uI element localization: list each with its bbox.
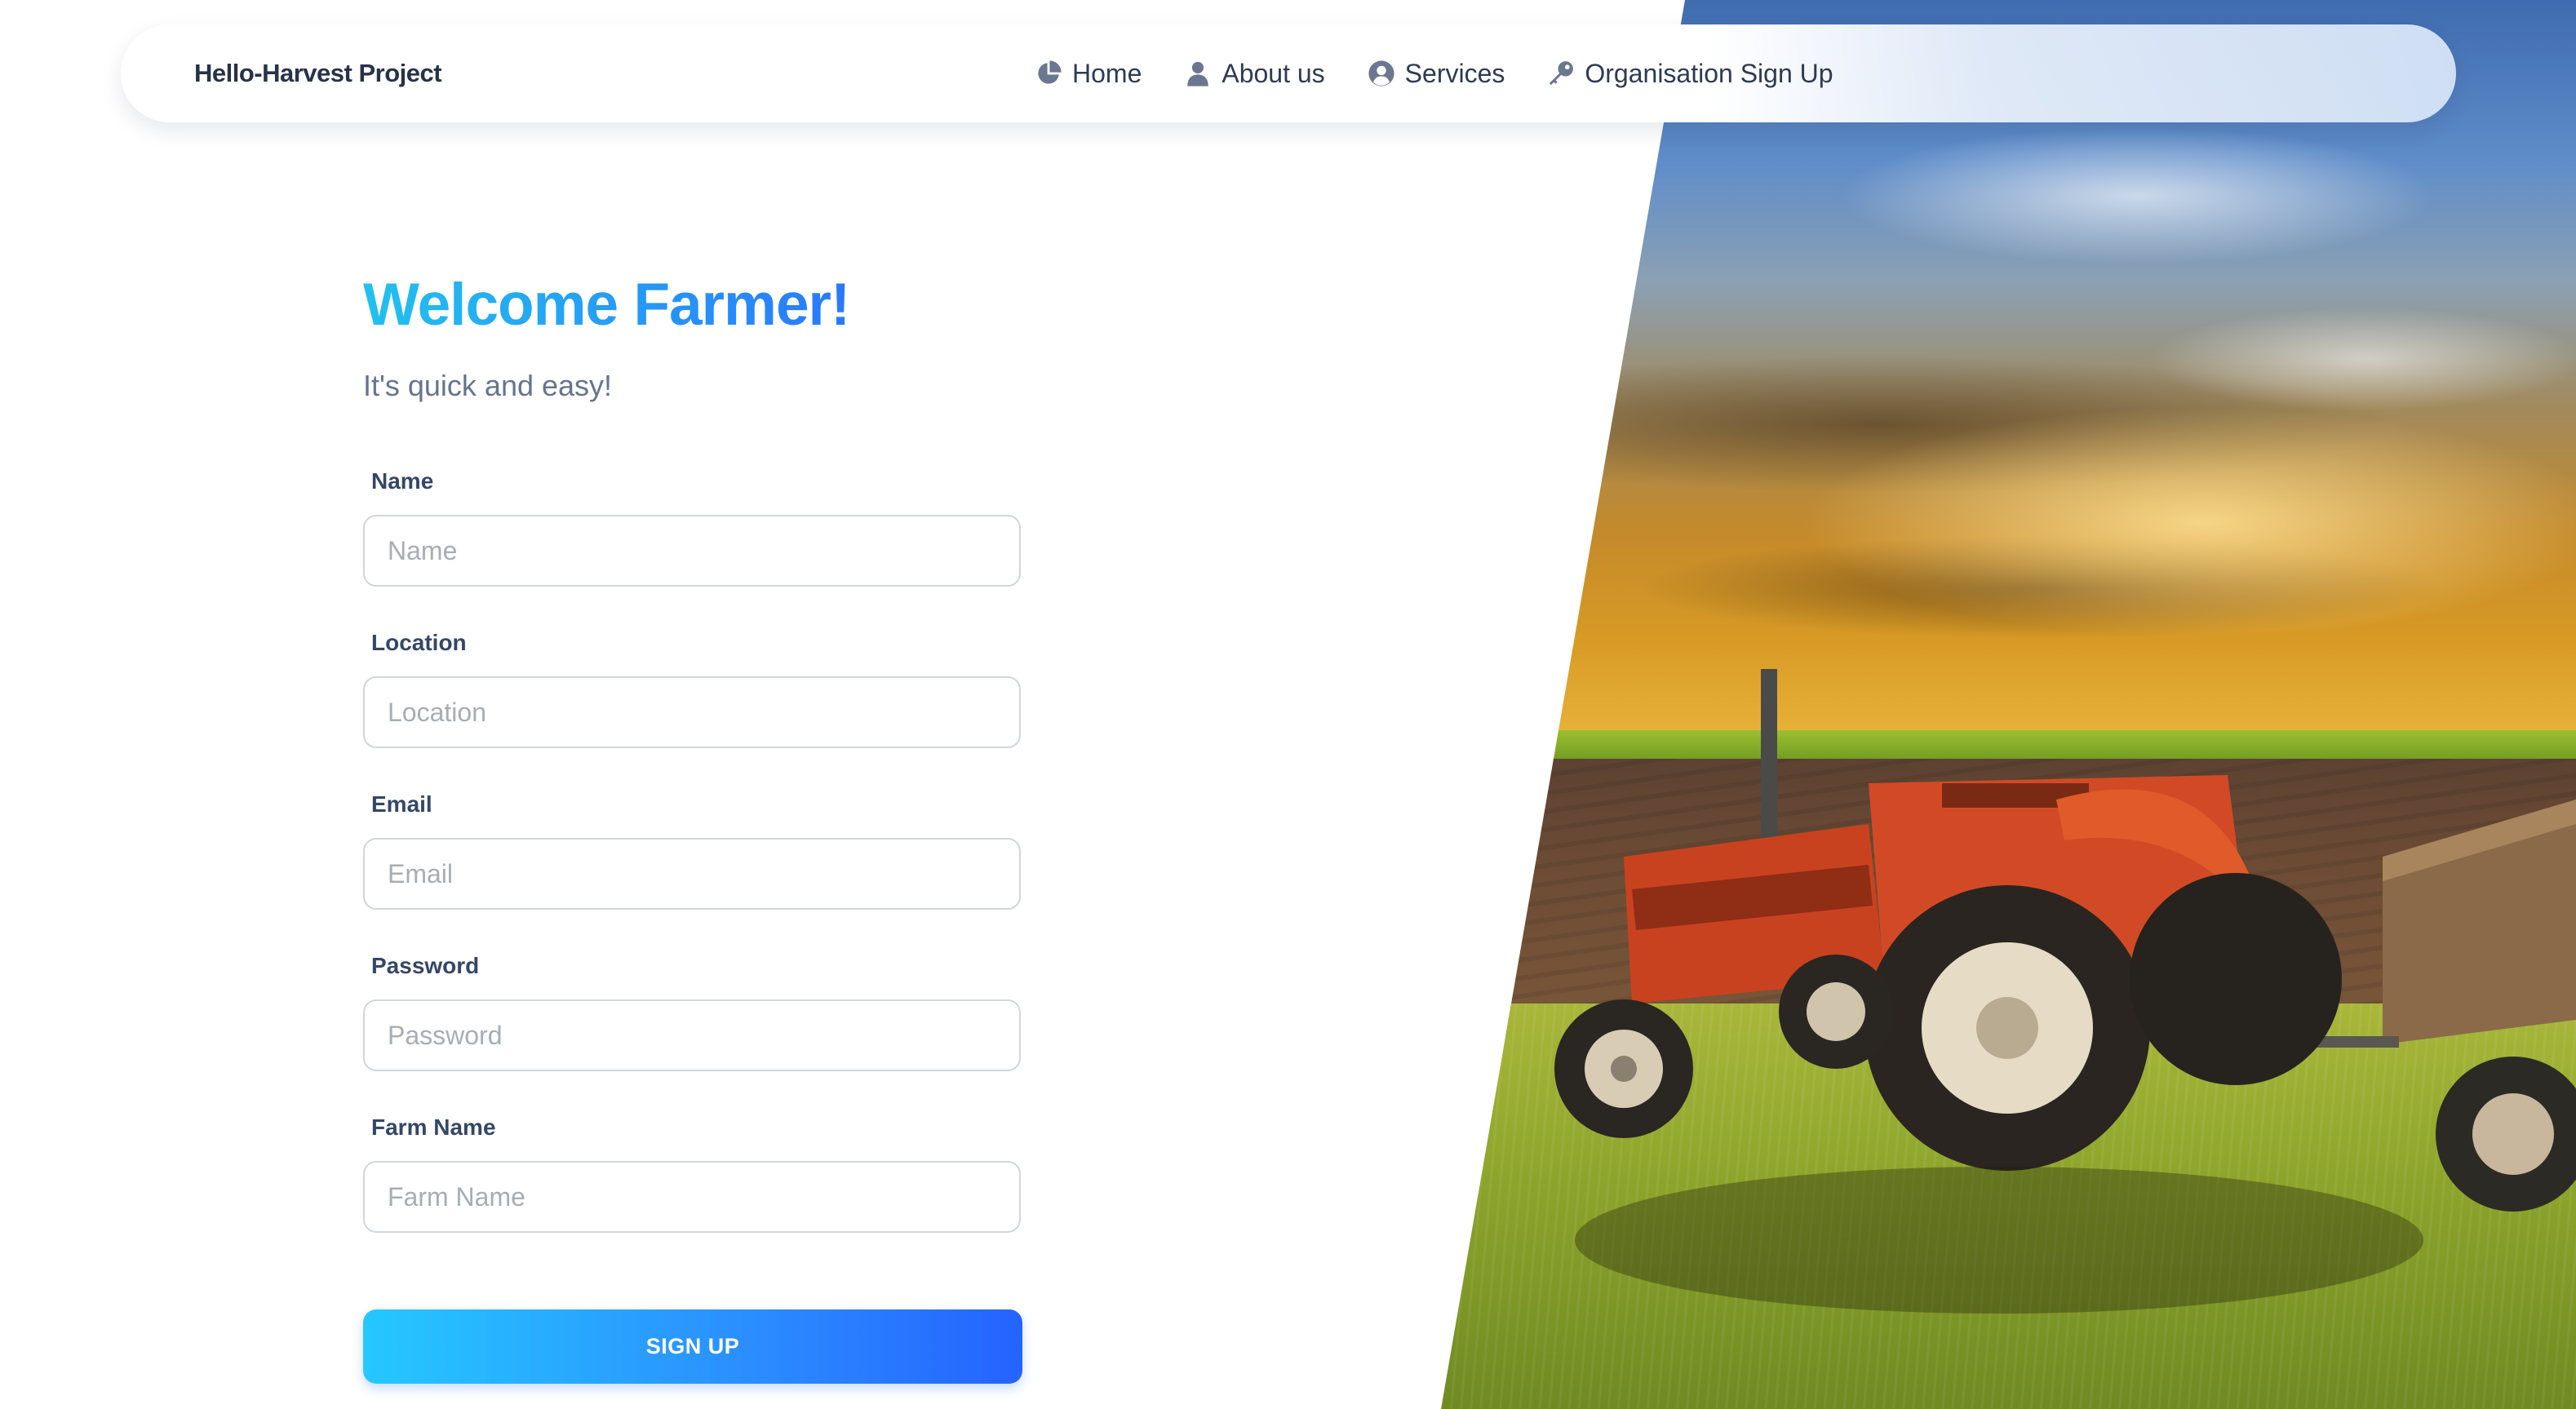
key-icon: [1550, 61, 1574, 86]
farm-name-input[interactable]: [363, 1161, 1021, 1233]
page-title: Welcome Farmer!: [363, 272, 850, 338]
pie-chart-icon: [1038, 60, 1062, 84]
sign-up-button[interactable]: SIGN UP: [363, 1309, 1022, 1384]
nav-organisation-sign-up-label: Organisation Sign Up: [1585, 58, 1833, 88]
name-input[interactable]: [363, 515, 1021, 587]
top-navbar: Hello-Harvest Project Home About us Serv…: [121, 24, 2456, 122]
email-input[interactable]: [363, 838, 1021, 910]
nav-organisation-sign-up[interactable]: Organisation Sign Up: [1547, 59, 1833, 89]
location-input[interactable]: [363, 676, 1021, 748]
page-subtitle: It's quick and easy!: [363, 369, 613, 402]
password-input[interactable]: [363, 999, 1021, 1071]
password-label: Password: [371, 953, 480, 978]
farm-name-label: Farm Name: [371, 1114, 496, 1140]
location-label: Location: [371, 630, 467, 655]
user-icon: [1187, 61, 1209, 86]
name-label: Name: [371, 468, 434, 494]
nav-about-us[interactable]: About us: [1184, 58, 1325, 89]
nav-about-us-label: About us: [1221, 58, 1325, 88]
nav-services-label: Services: [1404, 58, 1505, 88]
brand-name[interactable]: Hello-Harvest Project: [194, 24, 442, 122]
main-nav: Home About us Services Organisation Sign…: [1035, 24, 1833, 122]
nav-home[interactable]: Home: [1035, 59, 1142, 89]
user-circle-icon: [1368, 60, 1394, 86]
email-label: Email: [371, 791, 432, 817]
nav-home-label: Home: [1072, 58, 1142, 88]
nav-services[interactable]: Services: [1368, 59, 1505, 89]
